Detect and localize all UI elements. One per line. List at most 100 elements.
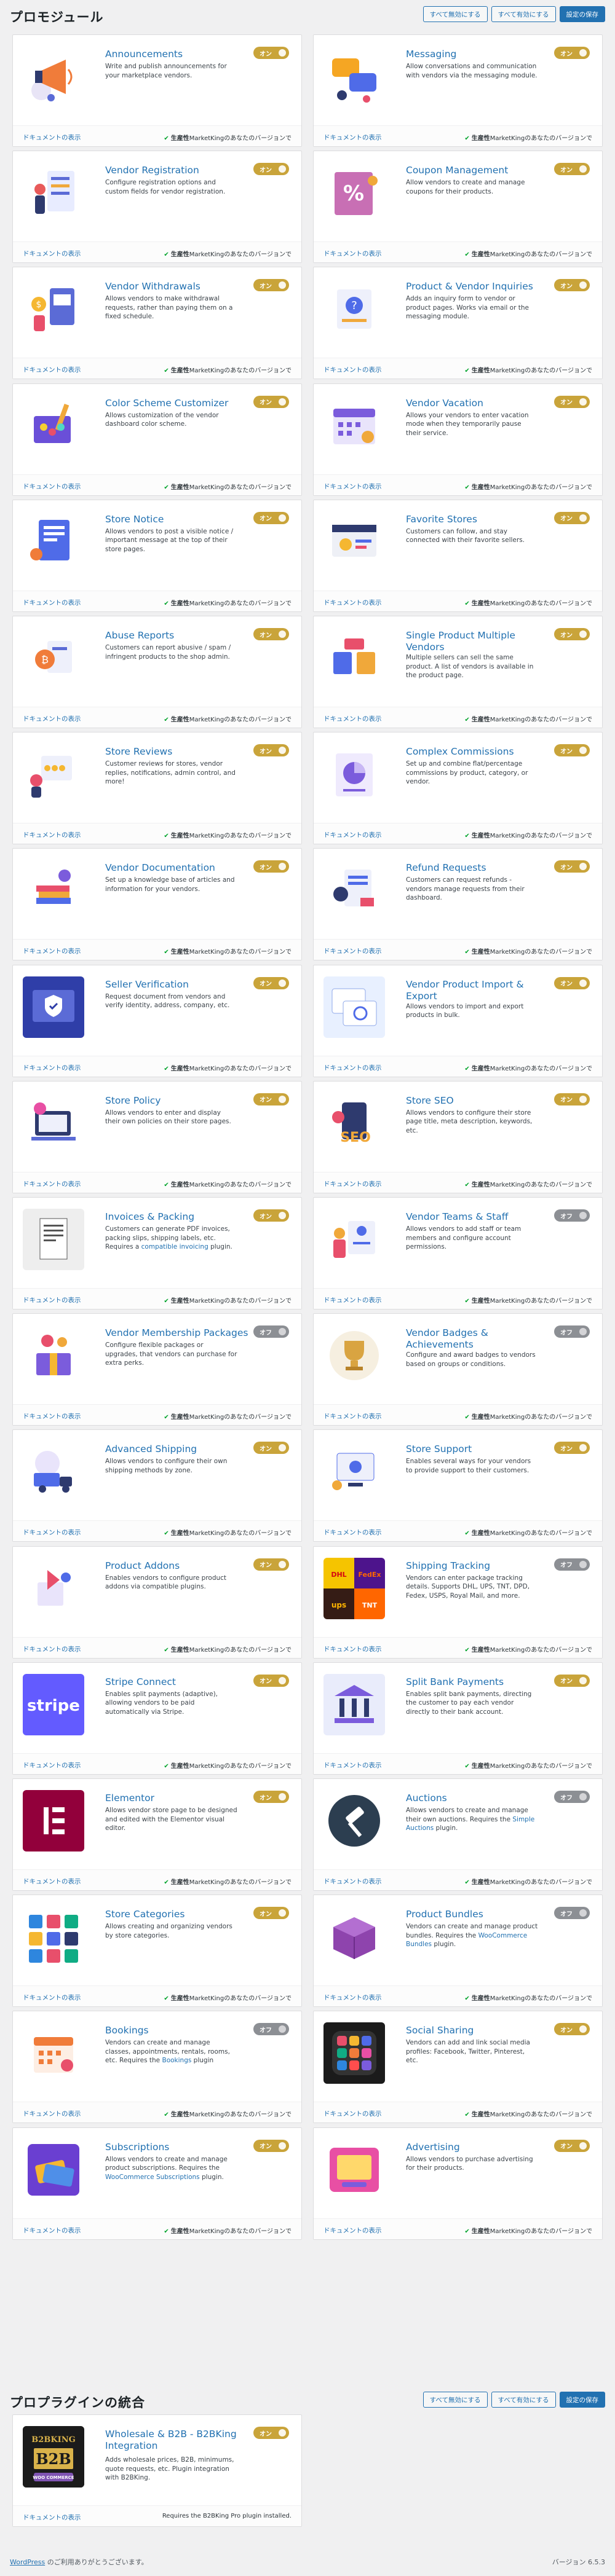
module-toggle[interactable]: オン — [253, 628, 289, 640]
view-documentation-link[interactable]: ドキュメントの表示 — [23, 249, 81, 258]
view-documentation-link[interactable]: ドキュメントの表示 — [323, 830, 382, 839]
module-toggle[interactable]: オン — [554, 47, 590, 59]
module-toggle[interactable]: オフ — [253, 2023, 289, 2036]
integrations-disable-all-button[interactable]: すべて無効にする — [423, 2392, 488, 2408]
module-title: Vendor Documentation — [105, 862, 215, 874]
view-documentation-link[interactable]: ドキュメントの表示 — [23, 946, 81, 956]
module-card-advanced-shipping: Advanced Shipping Allows vendors to confi… — [12, 1429, 302, 1542]
view-documentation-link[interactable]: ドキュメントの表示 — [23, 830, 81, 839]
check-icon: ✔ — [164, 2228, 169, 2235]
wordpress-link[interactable]: WordPress — [10, 2558, 45, 2566]
view-documentation-link[interactable]: ドキュメントの表示 — [323, 1179, 382, 1188]
view-documentation-link[interactable]: ドキュメントの表示 — [23, 1412, 81, 1421]
view-documentation-link[interactable]: ドキュメントの表示 — [23, 2226, 81, 2235]
module-toggle[interactable]: オン — [253, 1791, 289, 1803]
view-documentation-link[interactable]: ドキュメントの表示 — [23, 1877, 81, 1886]
view-documentation-link[interactable]: ドキュメントの表示 — [323, 249, 382, 258]
integrations-enable-all-button[interactable]: すべて有効にする — [491, 2392, 556, 2408]
view-documentation-link[interactable]: ドキュメントの表示 — [323, 1412, 382, 1421]
module-toggle[interactable]: オン — [253, 163, 289, 176]
view-documentation-link[interactable]: ドキュメントの表示 — [323, 2109, 382, 2118]
module-toggle[interactable]: オフ — [253, 1325, 289, 1338]
module-toggle[interactable]: オン — [253, 976, 289, 989]
view-documentation-link[interactable]: ドキュメントの表示 — [23, 365, 81, 374]
included-note: ✔ 生産性MarketKingのあなたのバージョンで — [464, 1879, 592, 1886]
view-documentation-link[interactable]: ドキュメントの表示 — [323, 1761, 382, 1770]
view-documentation-link[interactable]: ドキュメントの表示 — [323, 133, 382, 142]
view-documentation-link[interactable]: ドキュメントの表示 — [23, 133, 81, 142]
module-toggle[interactable]: オン — [554, 976, 590, 989]
module-toggle[interactable]: オン — [253, 1209, 289, 1222]
module-toggle[interactable]: オン — [554, 1093, 590, 1105]
module-toggle[interactable]: オフ — [554, 1558, 590, 1571]
module-toggle[interactable]: オン — [554, 860, 590, 873]
module-card-vendor-documentation: Vendor Documentation Set up a knowledge b… — [12, 848, 302, 961]
view-documentation-link[interactable]: ドキュメントの表示 — [323, 714, 382, 723]
module-toggle[interactable]: オン — [253, 279, 289, 292]
module-toggle[interactable]: オフ — [554, 1325, 590, 1338]
save-settings-button[interactable]: 設定の保存 — [559, 6, 605, 22]
view-documentation-link[interactable]: ドキュメントの表示 — [23, 1761, 81, 1770]
disable-all-button[interactable]: すべて無効にする — [423, 6, 488, 22]
module-card-advertising: Advertising Allows vendors to purchase ad… — [313, 2127, 603, 2240]
module-toggle[interactable]: オフ — [554, 1209, 590, 1222]
view-documentation-link[interactable]: ドキュメントの表示 — [323, 1528, 382, 1537]
module-toggle[interactable]: オフ — [554, 1791, 590, 1803]
integration-doc-link[interactable]: ドキュメントの表示 — [23, 2513, 81, 2522]
view-documentation-link[interactable]: ドキュメントの表示 — [323, 365, 382, 374]
module-toggle[interactable]: オン — [554, 1442, 590, 1455]
module-toggle[interactable]: オン — [253, 47, 289, 59]
view-documentation-link[interactable]: ドキュメントの表示 — [23, 1179, 81, 1188]
view-documentation-link[interactable]: ドキュメントの表示 — [323, 1295, 382, 1305]
included-note: ✔ 生産性MarketKingのあなたのバージョンで — [464, 2228, 592, 2235]
view-documentation-link[interactable]: ドキュメントの表示 — [323, 1644, 382, 1654]
enable-all-button[interactable]: すべて有効にする — [491, 6, 556, 22]
view-documentation-link[interactable]: ドキュメントの表示 — [323, 1063, 382, 1072]
module-toggle[interactable]: オン — [253, 395, 289, 408]
view-documentation-link[interactable]: ドキュメントの表示 — [323, 1877, 382, 1886]
module-toggle[interactable]: オン — [253, 744, 289, 757]
view-documentation-link[interactable]: ドキュメントの表示 — [23, 1644, 81, 1654]
view-documentation-link[interactable]: ドキュメントの表示 — [323, 598, 382, 607]
module-toggle[interactable]: オン — [554, 2139, 590, 2152]
view-documentation-link[interactable]: ドキュメントの表示 — [23, 1063, 81, 1072]
integrations-save-button[interactable]: 設定の保存 — [559, 2392, 605, 2408]
view-documentation-link[interactable]: ドキュメントの表示 — [323, 946, 382, 956]
module-toggle[interactable]: オン — [253, 1907, 289, 1920]
module-toggle[interactable]: オン — [554, 744, 590, 757]
module-card-elementor: Elementor Allows vendor store page to be … — [12, 1778, 302, 1891]
module-toggle[interactable]: オン — [554, 279, 590, 292]
module-toggle[interactable]: オン — [554, 2023, 590, 2036]
module-toggle[interactable]: オフ — [554, 1907, 590, 1920]
view-documentation-link[interactable]: ドキュメントの表示 — [23, 714, 81, 723]
module-toggle[interactable]: オン — [554, 628, 590, 640]
module-toggle[interactable]: オン — [253, 2139, 289, 2152]
required-plugin-link[interactable]: WooCommerce Subscriptions — [105, 2174, 200, 2181]
module-toggle[interactable]: オン — [253, 1093, 289, 1105]
view-documentation-link[interactable]: ドキュメントの表示 — [23, 1993, 81, 2002]
module-toggle[interactable]: オン — [253, 1558, 289, 1571]
required-plugin-link[interactable]: Bookings — [162, 2057, 191, 2064]
view-documentation-link[interactable]: ドキュメントの表示 — [323, 2226, 382, 2235]
module-toggle[interactable]: オン — [253, 860, 289, 873]
view-documentation-link[interactable]: ドキュメントの表示 — [23, 482, 81, 491]
required-plugin-link[interactable]: compatible invoicing — [141, 1243, 208, 1251]
module-toggle[interactable]: オン — [253, 1442, 289, 1455]
module-description: Allows vendors to create and manage thei… — [406, 1806, 538, 1833]
module-toggle[interactable]: オン — [554, 1674, 590, 1687]
included-note: ✔ 生産性MarketKingのあなたのバージョンで — [164, 484, 292, 491]
view-documentation-link[interactable]: ドキュメントの表示 — [323, 1993, 382, 2002]
module-toggle[interactable]: オン — [554, 163, 590, 176]
module-description: Allows creating and organizing vendors b… — [105, 1923, 232, 1939]
integration-toggle[interactable]: オン — [253, 2427, 289, 2439]
module-toggle[interactable]: オン — [253, 1674, 289, 1687]
module-toggle[interactable]: オン — [554, 395, 590, 408]
view-documentation-link[interactable]: ドキュメントの表示 — [23, 2109, 81, 2118]
view-documentation-link[interactable]: ドキュメントの表示 — [23, 1528, 81, 1537]
module-toggle[interactable]: オン — [554, 511, 590, 524]
view-documentation-link[interactable]: ドキュメントの表示 — [323, 482, 382, 491]
view-documentation-link[interactable]: ドキュメントの表示 — [23, 598, 81, 607]
description-text: plugin. — [199, 2173, 224, 2181]
module-toggle[interactable]: オン — [253, 511, 289, 524]
view-documentation-link[interactable]: ドキュメントの表示 — [23, 1295, 81, 1305]
